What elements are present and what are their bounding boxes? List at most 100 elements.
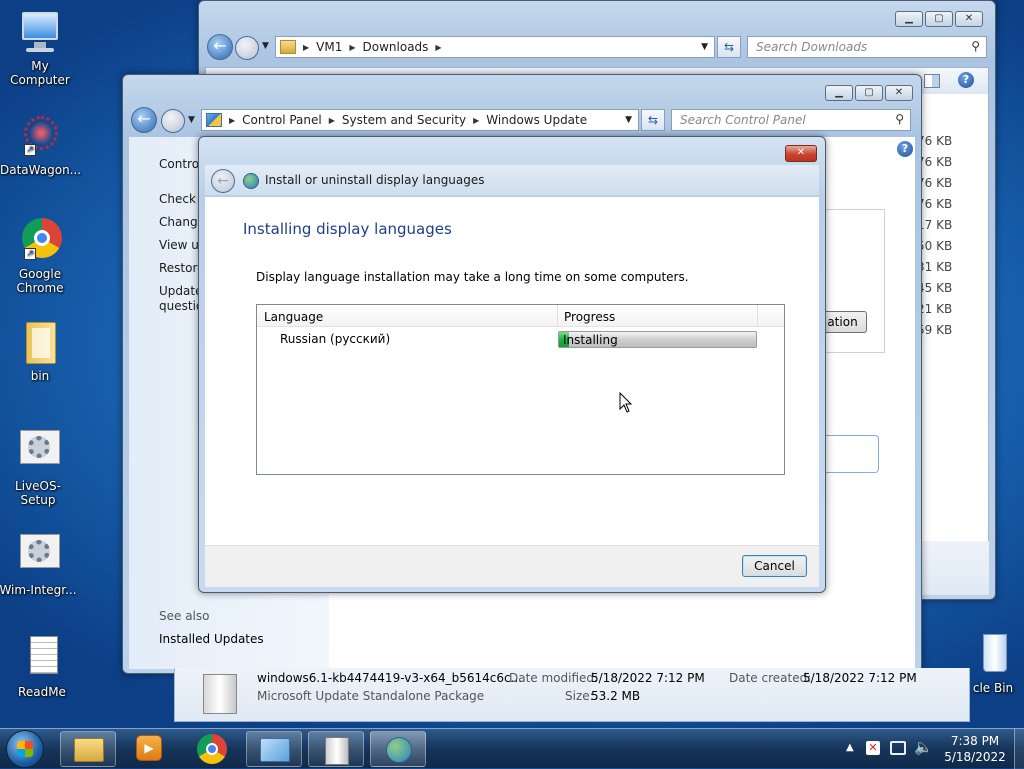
caption-buttons: ▁ ▢ ✕ [825,85,913,101]
desktop-icon-wim-integr[interactable]: Wim-Integr... [0,532,78,597]
table-header: Language Progress [257,305,784,327]
folder-icon [280,40,296,54]
refresh-button[interactable]: ⇆ [717,36,741,58]
minimize-button[interactable]: ▁ [895,11,923,27]
column-header-progress[interactable]: Progress [564,310,615,324]
back-button[interactable]: ← [131,107,157,133]
install-progress-bar: Installing [558,331,757,348]
date-modified-label: Date modified: [509,671,599,685]
column-header-language[interactable]: Language [264,310,323,324]
language-globe-icon [386,737,412,763]
recent-pages-chevron-icon[interactable]: ▼ [188,115,195,125]
show-desktop-button[interactable] [1014,729,1024,769]
breadcrumb-control-panel[interactable]: Control Panel [242,113,322,127]
search-icon: ⚲ [895,112,904,126]
taskbar-chrome[interactable] [184,731,240,767]
back-button[interactable]: ← [207,34,233,60]
taskbar-installer[interactable] [308,731,364,767]
clock-time: 7:38 PM [950,734,1000,748]
maximize-button[interactable]: ▢ [855,85,883,101]
chrome-icon [197,734,227,764]
cancel-button[interactable]: Cancel [742,555,807,577]
button-label: ation [827,315,858,329]
desktop-icon-label: My Computer [10,59,70,87]
languages-table: Language Progress Russian (русский) Inst… [256,304,785,475]
search-icon: ⚲ [971,39,980,53]
taskbar-explorer[interactable] [60,731,116,767]
back-button[interactable]: ← [211,169,235,193]
refresh-button[interactable]: ⇆ [641,109,665,131]
network-icon[interactable] [890,741,906,755]
desktop-icon-datawagon[interactable]: ↗ DataWagon... [0,112,81,177]
column-divider [757,305,758,327]
installed-updates-link[interactable]: Installed Updates [159,632,264,646]
action-center-icon[interactable]: ✕ [866,741,880,755]
taskbar: ▶ ▲ ✕ 🔈 7:38 PM 5/18/2022 [0,728,1024,769]
address-dropdown-icon[interactable]: ▼ [625,115,632,125]
address-dropdown-icon[interactable]: ▼ [701,42,708,52]
file-name: windows6.1-kb4474419-v3-x64_b5614c6c... [257,671,523,685]
breadcrumb-arrow-icon: ▶ [303,42,310,52]
breadcrumb-windows-update[interactable]: Windows Update [486,113,587,127]
size-label: Size: [565,689,594,703]
desktop-icon-readme[interactable]: ReadMe [2,634,82,699]
volume-icon[interactable]: 🔈 [914,738,933,756]
clock[interactable]: 7:38 PM 5/18/2022 [940,733,1010,765]
caption-buttons: ▁ ▢ ✕ [895,11,983,27]
breadcrumb-system-security[interactable]: System and Security [342,113,466,127]
dialog-title: Install or uninstall display languages [265,173,485,187]
breadcrumb-vm1[interactable]: VM1 [316,40,342,54]
forward-button[interactable] [161,109,185,133]
file-size: 76 KB [917,197,953,211]
downloads-details: windows6.1-kb4474419-v3-x64_b5614c6c... … [174,668,970,722]
breadcrumb-arrow-icon: ▶ [328,115,335,125]
address-bar[interactable]: ▶ Control Panel ▶ System and Security ▶ … [201,109,639,131]
show-hidden-icons-icon[interactable]: ▲ [846,742,854,753]
breadcrumb-arrow-icon: ▶ [229,115,236,125]
minimize-button[interactable]: ▁ [825,85,853,101]
file-size: 50 KB [917,239,953,253]
forward-button[interactable] [235,36,259,60]
search-control-panel-input[interactable]: Search Control Panel ⚲ [671,109,911,131]
help-icon[interactable]: ? [897,141,913,157]
taskbar-language-dialog[interactable] [370,731,426,767]
help-icon[interactable]: ? [958,72,974,88]
recent-pages-chevron-icon[interactable]: ▼ [262,41,269,51]
close-button[interactable]: ✕ [785,145,817,162]
desktop-icon-label: LiveOS-Setup [15,479,61,507]
taskbar-media-player[interactable]: ▶ [122,731,178,767]
breadcrumb-downloads[interactable]: Downloads [363,40,429,54]
size-value: 53.2 MB [591,689,641,703]
close-button[interactable]: ✕ [885,85,913,101]
start-button[interactable] [6,730,44,768]
address-bar[interactable]: ▶ VM1 ▶ Downloads ▶ ▼ [275,36,715,58]
language-name: Russian (русский) [280,332,391,346]
setup-gear-icon [14,532,62,580]
setup-gear-icon [14,428,62,476]
package-icon [203,674,237,714]
table-row[interactable]: Russian (русский) Installing [257,329,784,351]
desktop-icon-label: Google Chrome [16,267,64,295]
control-panel-icon [260,738,290,762]
preview-pane-icon[interactable] [924,74,940,88]
search-downloads-input[interactable]: Search Downloads ⚲ [747,36,987,58]
breadcrumb-arrow-icon: ▶ [349,42,356,52]
install-updates-button-partial[interactable]: ation [819,311,867,333]
taskbar-control-panel[interactable] [246,731,302,767]
progress-status: Installing [563,333,618,347]
file-type: Microsoft Update Standalone Package [257,689,485,703]
clock-date: 5/18/2022 [944,750,1006,764]
maximize-button[interactable]: ▢ [925,11,953,27]
control-panel-icon [206,113,222,127]
close-button[interactable]: ✕ [955,11,983,27]
desktop-icon-bin[interactable]: bin [0,318,80,383]
dialog-description: Display language installation may take a… [256,270,689,284]
datawagon-icon: ↗ [16,112,64,160]
desktop-icon-liveos-setup[interactable]: LiveOS-Setup [0,428,78,507]
desktop-icon-my-computer[interactable]: My Computer [0,8,80,87]
install-languages-dialog[interactable]: ✕ ← Install or uninstall display languag… [198,136,826,593]
desktop-icon-google-chrome[interactable]: ↗ Google Chrome [0,216,80,295]
search-placeholder: Search Control Panel [680,113,806,127]
text-file-icon [18,634,66,682]
file-size: 31 KB [917,260,953,274]
